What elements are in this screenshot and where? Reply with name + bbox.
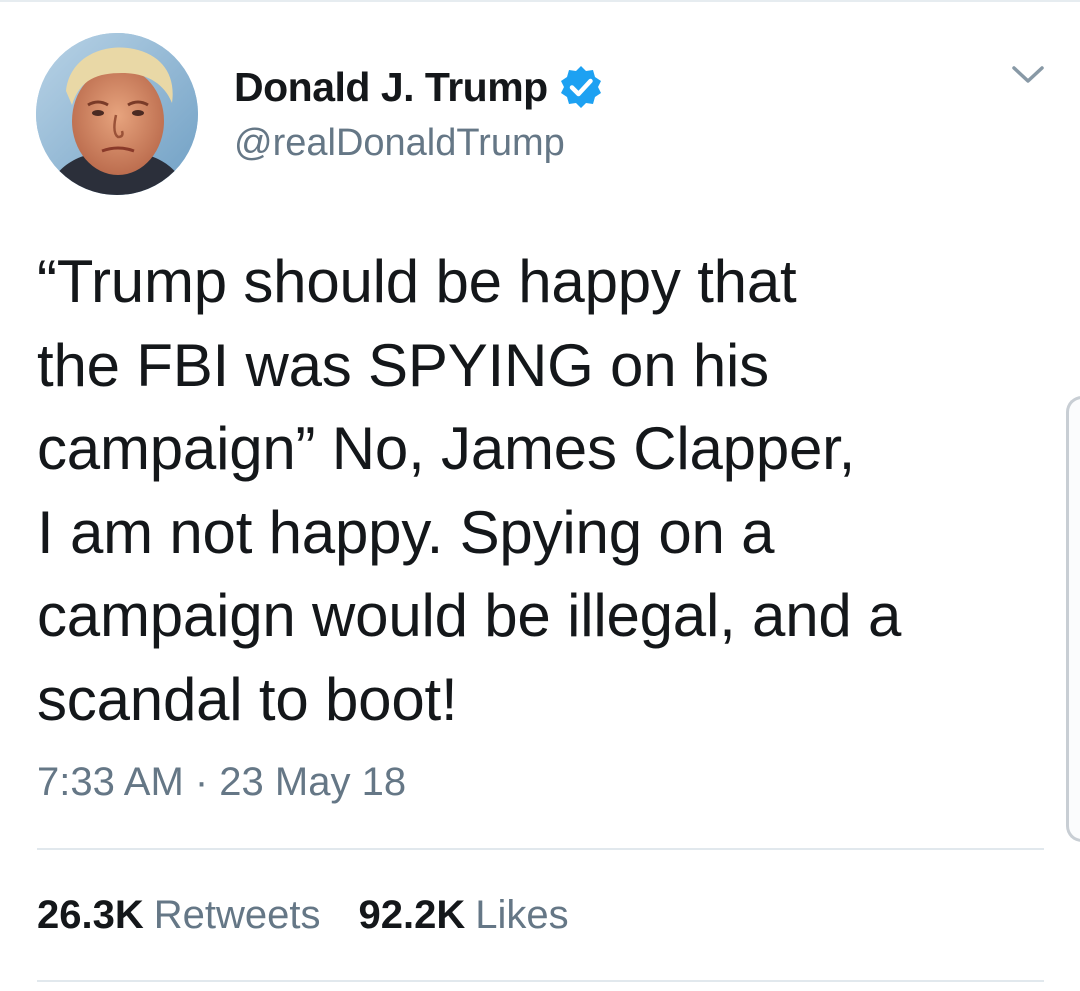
- author-name-row[interactable]: Donald J. Trump: [234, 62, 604, 112]
- likes-label: Likes: [475, 893, 569, 937]
- likes-count: 92.2K: [358, 893, 466, 937]
- tweet-stats: 26.3K Retweets 92.2K Likes: [37, 893, 569, 938]
- retweets-label: Retweets: [153, 893, 321, 937]
- chevron-down-icon[interactable]: [1006, 56, 1050, 92]
- profile-photo-icon: [36, 33, 198, 195]
- verified-badge-icon: [558, 64, 604, 110]
- display-name[interactable]: Donald J. Trump: [234, 64, 548, 111]
- avatar[interactable]: [36, 33, 198, 195]
- author-handle[interactable]: @realDonaldTrump: [234, 122, 565, 165]
- tweet-timestamp[interactable]: 7:33 AM · 23 May 18: [37, 760, 406, 805]
- retweets-count: 26.3K: [37, 893, 144, 937]
- divider: [37, 980, 1044, 982]
- divider: [37, 848, 1044, 850]
- top-border: [0, 0, 1080, 2]
- scroll-handle[interactable]: [1066, 396, 1080, 842]
- retweets-stat[interactable]: 26.3K Retweets: [37, 893, 321, 938]
- tweet-text: “Trump should be happy that the FBI was …: [37, 248, 902, 733]
- likes-stat[interactable]: 92.2K Likes: [359, 893, 569, 938]
